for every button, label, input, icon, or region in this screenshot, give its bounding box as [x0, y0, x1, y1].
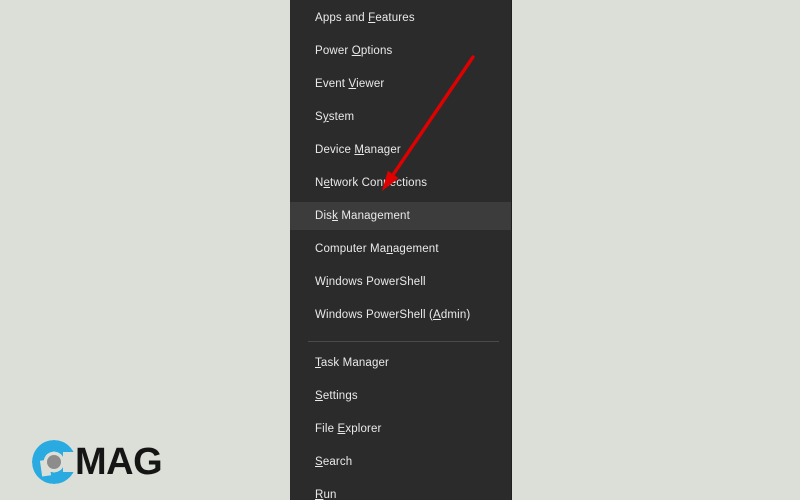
screenshot-canvas: Apps and Features Power Options Event View…: [0, 0, 800, 500]
menu-item-search[interactable]: Search: [290, 448, 511, 476]
menu-item-label: Windows PowerShell: [315, 276, 426, 288]
menu-item-label: Search: [315, 456, 353, 468]
logo-notch-shape: [63, 452, 77, 472]
logo-center-dot: [47, 455, 61, 469]
menu-item-label: File Explorer: [315, 423, 382, 435]
cmag-logo: MAG: [32, 440, 163, 484]
menu-item-computer-management[interactable]: Computer Management: [290, 235, 511, 263]
menu-item-apps-and-features[interactable]: Apps and Features: [290, 4, 511, 32]
menu-item-disk-management[interactable]: Disk Management: [290, 202, 511, 230]
menu-item-event-viewer[interactable]: Event Viewer: [290, 70, 511, 98]
menu-item-run[interactable]: Run: [290, 481, 511, 500]
menu-item-label: Run: [315, 489, 337, 500]
menu-row-gap: [290, 329, 511, 334]
menu-item-label: Apps and Features: [315, 12, 415, 24]
menu-item-windows-powershell[interactable]: Windows PowerShell: [290, 268, 511, 296]
winx-context-menu[interactable]: Apps and Features Power Options Event View…: [290, 0, 512, 500]
menu-item-label: Device Manager: [315, 144, 401, 156]
menu-item-power-options[interactable]: Power Options: [290, 37, 511, 65]
menu-item-file-explorer[interactable]: File Explorer: [290, 415, 511, 443]
menu-item-label: Settings: [315, 390, 358, 402]
menu-item-label: Network Connections: [315, 177, 428, 189]
menu-item-windows-powershell-admin[interactable]: Windows PowerShell (Admin): [290, 301, 511, 329]
menu-item-task-manager[interactable]: Task Manager: [290, 349, 511, 377]
menu-item-label: System: [315, 111, 355, 123]
menu-item-label: Task Manager: [315, 357, 390, 369]
menu-item-network-connections[interactable]: Network Connections: [290, 169, 511, 197]
menu-item-label: Disk Management: [315, 210, 410, 222]
menu-item-settings[interactable]: Settings: [290, 382, 511, 410]
cmag-logo-text: MAG: [75, 441, 163, 483]
menu-item-label: Computer Management: [315, 243, 439, 255]
menu-item-system[interactable]: System: [290, 103, 511, 131]
menu-item-label: Power Options: [315, 45, 393, 57]
menu-item-label: Windows PowerShell (Admin): [315, 309, 471, 321]
menu-separator: [308, 341, 499, 342]
cmag-logo-icon: [32, 440, 77, 484]
menu-item-device-manager[interactable]: Device Manager: [290, 136, 511, 164]
menu-item-label: Event Viewer: [315, 78, 385, 90]
